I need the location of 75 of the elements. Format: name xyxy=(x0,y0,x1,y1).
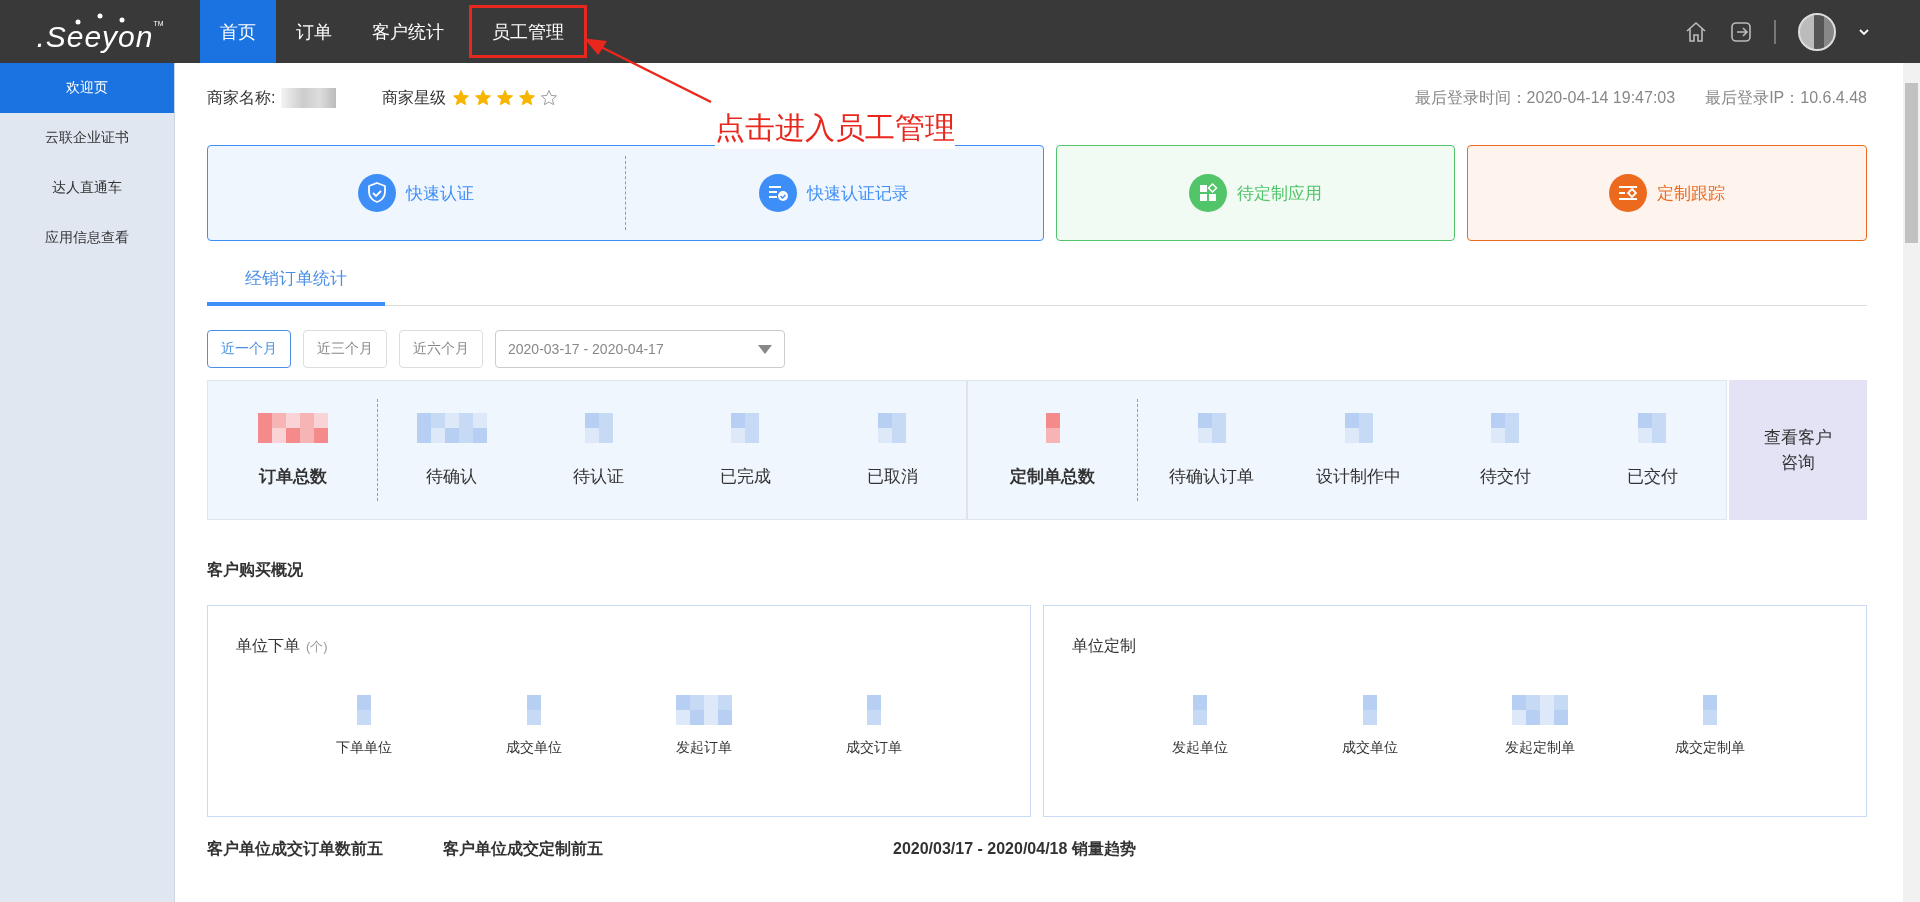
panel-title: 单位下单 xyxy=(236,636,300,656)
home-icon[interactable] xyxy=(1684,19,1708,44)
quick-action[interactable]: 快速认证记录 xyxy=(625,173,1043,213)
blurred-value xyxy=(1703,695,1717,725)
metric-label: 发起定制单 xyxy=(1505,739,1575,757)
stat-label: 订单总数 xyxy=(258,465,327,488)
stat-label: 设计制作中 xyxy=(1316,465,1401,488)
blurred-value xyxy=(878,412,907,443)
panel-title: 单位定制 xyxy=(1072,636,1136,656)
unit-label: (个) xyxy=(306,638,328,656)
range-button[interactable]: 近一个月 xyxy=(207,330,291,368)
blurred-value xyxy=(1638,412,1667,443)
stat-label: 已完成 xyxy=(720,465,771,488)
last-login-ip: 最后登录IP：10.6.4.48 xyxy=(1705,87,1867,108)
logo-text: .Seeyon xyxy=(36,19,154,54)
section-title: 客户单位成交定制前五 xyxy=(443,839,603,859)
section-title: 2020/03/17 - 2020/04/18 销量趋势 xyxy=(893,839,1136,859)
dropdown-caret-icon xyxy=(758,344,772,354)
stat-label: 已交付 xyxy=(1626,465,1678,488)
quick-action[interactable]: 快速认证 xyxy=(208,173,625,213)
grid-icon xyxy=(1189,174,1228,212)
nav-tab[interactable]: 订单 xyxy=(276,0,352,63)
stat-label: 已取消 xyxy=(866,465,918,488)
tracking-icon xyxy=(1609,174,1648,212)
metric-label: 成交定制单 xyxy=(1675,739,1745,757)
blurred-value xyxy=(1344,412,1373,443)
tab[interactable]: 经销订单统计 xyxy=(207,259,385,306)
nav-tab[interactable]: 客户统计 xyxy=(352,0,464,63)
stat-label: 待认证 xyxy=(573,465,624,488)
blurred-value xyxy=(1512,695,1568,725)
stat-label: 定制单总数 xyxy=(1010,465,1095,488)
stat-label: 待交付 xyxy=(1480,465,1531,488)
stat-label: 待确认订单 xyxy=(1169,465,1254,488)
quick-action[interactable]: 定制跟踪 xyxy=(1468,173,1866,213)
nav-tab[interactable]: 首页 xyxy=(200,0,276,63)
merchant-rating-label: 商家星级 xyxy=(382,87,447,108)
list-check-icon xyxy=(759,174,798,212)
range-button[interactable]: 近六个月 xyxy=(399,330,483,368)
blurred-value xyxy=(416,412,487,443)
sidebar-item[interactable]: 应用信息查看 xyxy=(0,213,174,263)
blurred-value xyxy=(867,695,881,725)
nav-tab[interactable]: 员工管理 xyxy=(464,0,592,63)
sidebar-item[interactable]: 欢迎页 xyxy=(0,63,174,113)
last-login-time: 最后登录时间：2020-04-14 19:47:03 xyxy=(1414,87,1676,108)
blurred-value xyxy=(257,412,328,443)
blurred-value xyxy=(1363,695,1377,725)
blurred-value xyxy=(1197,412,1226,443)
metric-label: 成交单位 xyxy=(1342,739,1398,757)
scrollbar[interactable] xyxy=(1903,63,1920,902)
metric-label: 发起单位 xyxy=(1172,739,1228,757)
merchant-name-label: 商家名称: xyxy=(207,87,276,108)
section-title: 客户单位成交订单数前五 xyxy=(207,839,383,859)
metric-label: 发起订单 xyxy=(676,739,732,757)
blurred-value xyxy=(357,695,371,725)
view-consultations-button[interactable]: 查看客户咨询 xyxy=(1729,380,1867,520)
date-range-field[interactable]: 2020-03-17 - 2020-04-17 xyxy=(495,330,785,368)
metric-label: 成交订单 xyxy=(846,739,902,757)
blurred-value xyxy=(527,695,541,725)
blurred-name xyxy=(281,88,337,108)
blurred-value xyxy=(1491,412,1520,443)
blurred-value xyxy=(1045,412,1060,443)
user-avatar[interactable] xyxy=(1798,12,1836,51)
shield-icon xyxy=(358,174,397,212)
sidebar-item[interactable]: 云联企业证书 xyxy=(0,113,174,163)
blurred-value xyxy=(584,412,613,443)
range-button[interactable]: 近三个月 xyxy=(303,330,387,368)
logout-icon[interactable] xyxy=(1730,20,1752,43)
blurred-value xyxy=(1193,695,1207,725)
metric-label: 成交单位 xyxy=(506,739,562,757)
section-title: 客户购买概况 xyxy=(207,560,304,580)
stat-label: 待确认 xyxy=(426,465,477,488)
blurred-value xyxy=(731,412,760,443)
metric-label: 下单单位 xyxy=(336,739,392,757)
blurred-value xyxy=(676,695,732,725)
sidebar-item[interactable]: 达人直通车 xyxy=(0,163,174,213)
